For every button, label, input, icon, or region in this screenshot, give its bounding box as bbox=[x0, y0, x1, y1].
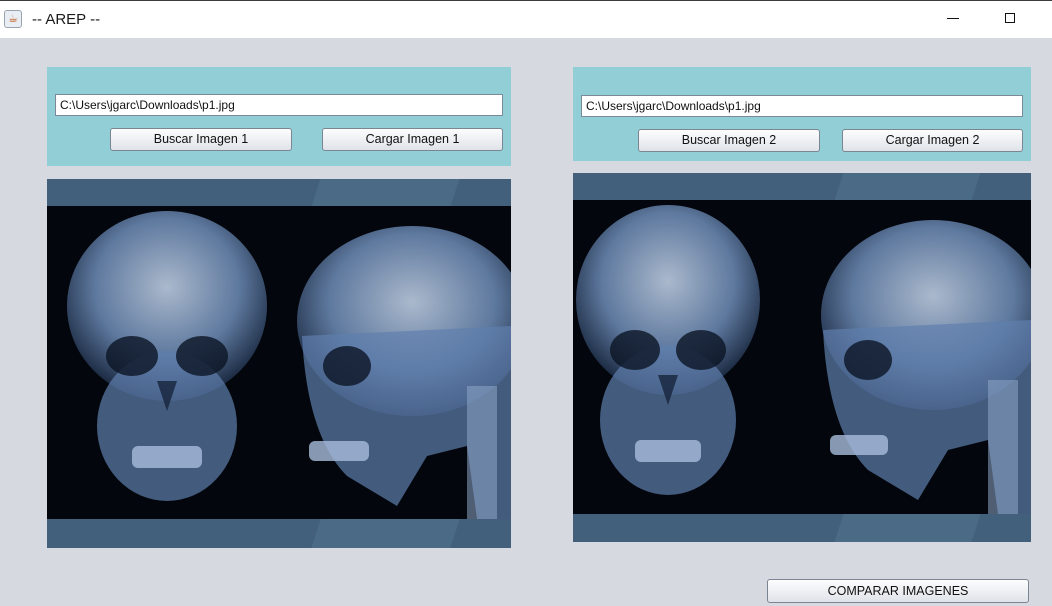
title-bar: ☕ -- AREP -- bbox=[0, 0, 1052, 38]
image2-bottom-band bbox=[573, 514, 1031, 542]
image2-path-input[interactable]: C:\Users\jgarc\Downloads\p1.jpg bbox=[581, 95, 1023, 117]
image2-xray bbox=[573, 200, 1031, 514]
image1-xray bbox=[47, 206, 511, 519]
load-image1-button[interactable]: Cargar Imagen 1 bbox=[322, 128, 503, 151]
load-image2-button[interactable]: Cargar Imagen 2 bbox=[842, 129, 1023, 152]
image1-bottom-band bbox=[47, 519, 511, 548]
browse-image1-button[interactable]: Buscar Imagen 1 bbox=[110, 128, 292, 151]
image1-path-input[interactable]: C:\Users\jgarc\Downloads\p1.jpg bbox=[55, 94, 503, 116]
image1-viewer bbox=[47, 179, 511, 548]
image2-controls-panel: C:\Users\jgarc\Downloads\p1.jpg Buscar I… bbox=[573, 67, 1031, 161]
maximize-icon[interactable] bbox=[1005, 13, 1015, 23]
minimize-icon[interactable] bbox=[947, 18, 959, 19]
window-title: -- AREP -- bbox=[32, 11, 101, 28]
image1-top-band bbox=[47, 179, 511, 206]
image2-viewer bbox=[573, 173, 1031, 542]
skull-xray-image bbox=[67, 211, 511, 519]
image2-top-band bbox=[573, 173, 1031, 200]
browse-image2-button[interactable]: Buscar Imagen 2 bbox=[638, 129, 820, 152]
compare-images-button[interactable]: COMPARAR IMAGENES bbox=[767, 579, 1029, 603]
java-cup-icon[interactable]: ☕ bbox=[4, 10, 22, 28]
skull-xray-image bbox=[576, 205, 1031, 514]
image1-controls-panel: C:\Users\jgarc\Downloads\p1.jpg Buscar I… bbox=[47, 67, 511, 166]
